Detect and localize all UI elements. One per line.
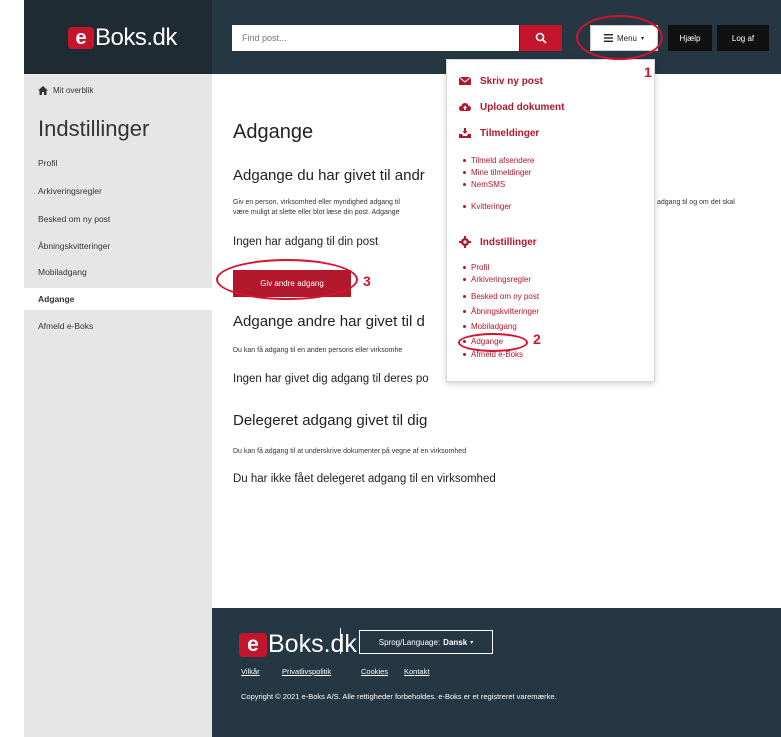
annotation-circle-grant [216,259,358,300]
menu-item-mine-tilmeldinger[interactable]: Mine tilmeldinger [463,168,531,177]
menu-item-mobiladgang[interactable]: Mobiladgang [463,322,517,331]
sidebar-title: Indstillinger [38,116,150,141]
home-icon [38,86,48,95]
menu-upload[interactable]: Upload dokument [459,101,564,113]
annotation-number-1: 1 [644,64,652,80]
menu-item-tilmeld-afsendere[interactable]: Tilmeld afsendere [463,156,534,165]
bullet-icon [463,205,466,208]
copyright-text: Copyright © 2021 e-Boks A/S. Alle rettig… [241,692,557,701]
menu-write-new[interactable]: Skriv ny post [459,75,543,87]
bullet-icon [463,183,466,186]
sidebar-item-adgange[interactable]: Adgange [38,294,74,304]
menu-item-label: NemSMS [471,180,506,189]
section-given-empty: Ingen har adgang til din post [233,236,379,248]
bullet-icon [463,295,466,298]
footer-link-vilkaar[interactable]: Vilkår [241,667,260,676]
annotation-circle-adgange [458,333,528,352]
section-given-title: Adgange du har givet til andr [233,167,425,184]
menu-subscriptions[interactable]: Tilmeldinger [459,127,539,139]
bullet-icon [463,325,466,328]
menu-item-profil[interactable]: Profil [463,263,489,272]
menu-subscriptions-label: Tilmeldinger [480,127,540,139]
sidebar-item-aabningskvitteringer[interactable]: Åbningskvitteringer [38,241,110,251]
bullet-icon [463,278,466,281]
envelope-icon [459,76,471,85]
menu-item-label: Åbningskvitteringer [471,307,540,316]
section-delegated-title: Delegeret adgang givet til dig [233,412,428,429]
footer-divider [340,628,341,654]
footer-link-privatlivspolitik[interactable]: Privatlivspolitik [282,667,331,676]
overview-link[interactable]: Mit overblik [38,86,93,95]
section-given-desc-line1-right: adgang til og om det skal [657,199,735,206]
bullet-icon [463,171,466,174]
search-icon [535,32,547,44]
sidebar-item-besked[interactable]: Besked om ny post [38,214,110,224]
eboks-logo[interactable]: e Boks.dk [68,24,177,52]
section-given-desc-line2: være muligt at slette eller blot læse di… [233,209,400,216]
menu-upload-label: Upload dokument [480,101,565,113]
search-input[interactable] [232,25,519,51]
search-button[interactable] [520,25,562,51]
sidebar-item-profil[interactable]: Profil [38,158,57,168]
menu-item-label: Kvitteringer [471,202,512,211]
footer-link-cookies[interactable]: Cookies [361,667,388,676]
menu-item-label: Tilmeld afsendere [471,156,535,165]
bullet-icon [463,353,466,356]
annotation-number-3: 3 [363,273,371,289]
menu-item-label: Arkiveringsregler [471,275,532,284]
menu-item-label: Besked om ny post [471,292,540,301]
menu-item-label: Profil [471,263,490,272]
footer: e Boks.dk Sprog/Language: Dansk ▾ Vilkår… [212,608,781,737]
footer-logo-text: Boks.dk [268,630,357,658]
overview-label: Mit overblik [53,86,94,95]
menu-settings[interactable]: Indstillinger [459,236,537,248]
sidebar-item-arkiveringsregler[interactable]: Arkiveringsregler [38,186,102,196]
menu-item-label: Mine tilmeldinger [471,168,532,177]
section-received-desc: Du kan få adgang til en anden persons el… [233,347,403,354]
header-logo-area: e Boks.dk [24,0,212,74]
inbox-download-icon [459,128,471,138]
section-delegated-empty: Du har ikke fået delegeret adgang til en… [233,473,496,485]
language-selector[interactable]: Sprog/Language: Dansk ▾ [359,630,493,654]
menu-item-besked[interactable]: Besked om ny post [463,292,539,301]
annotation-number-2: 2 [533,331,541,347]
bullet-icon [463,159,466,162]
caret-down-icon: ▾ [470,639,474,646]
logout-button[interactable]: Log af [717,25,769,51]
menu-write-new-label: Skriv ny post [480,75,543,87]
logo-text: Boks.dk [95,24,177,51]
logo-e-mark: e [68,27,94,49]
section-delegated-desc: Du kan få adgang til at underskrive doku… [233,448,467,455]
cloud-upload-icon [459,103,471,111]
menu-item-kvitteringer[interactable]: Kvitteringer [463,202,511,211]
annotation-circle-menu [576,15,663,60]
menu-settings-label: Indstillinger [480,236,537,248]
section-received-title: Adgange andre har givet til d [233,313,425,330]
menu-item-label: Mobiladgang [471,322,517,331]
language-label: Sprog/Language: [378,637,441,647]
section-given-desc-line1: Giv en person, virksomhed eller myndighe… [233,199,400,206]
language-value: Dansk [443,637,468,647]
menu-item-arkiveringsregler[interactable]: Arkiveringsregler [463,275,531,284]
gear-icon [459,236,471,248]
help-button[interactable]: Hjælp [668,25,712,51]
menu-item-nemsms[interactable]: NemSMS [463,180,505,189]
footer-logo-e-mark: e [239,632,267,657]
page-title: Adgange [233,121,314,143]
bullet-icon [463,266,466,269]
sidebar-item-mobiladgang[interactable]: Mobiladgang [38,267,87,277]
sidebar: Mit overblik Indstillinger Profil Arkive… [24,74,212,737]
footer-link-kontakt[interactable]: Kontakt [404,667,429,676]
bullet-icon [463,310,466,313]
section-received-empty: Ingen har givet dig adgang til deres po [233,373,429,385]
menu-item-aabningskvitteringer[interactable]: Åbningskvitteringer [463,307,539,316]
sidebar-item-afmeld[interactable]: Afmeld e-Boks [38,321,93,331]
